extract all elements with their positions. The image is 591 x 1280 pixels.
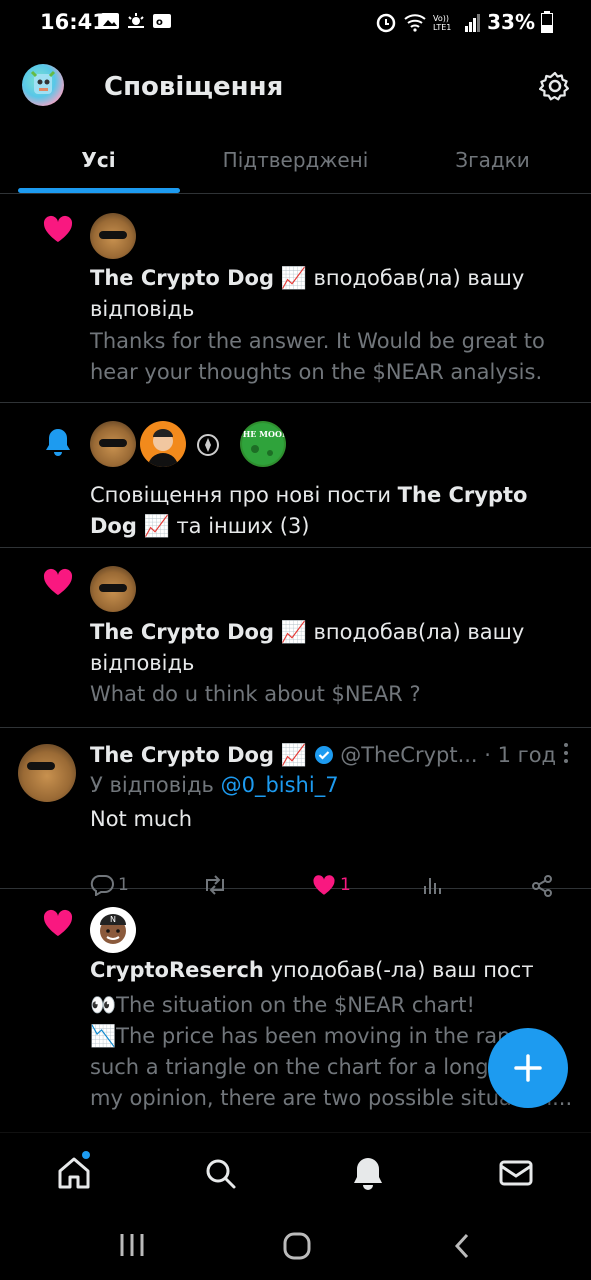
battery-icon [541, 11, 553, 33]
wifi-icon [404, 14, 426, 32]
settings-gear-icon[interactable] [539, 70, 571, 102]
outlook-icon: o [153, 14, 171, 28]
bell-icon [46, 429, 70, 456]
messages-icon[interactable] [496, 1153, 536, 1193]
snippet-line: hear your thoughts on the $NEAR analysis… [90, 360, 543, 384]
post-snippet: What do u think about $NEAR ? [90, 679, 551, 710]
chart-emoji: 📈 [280, 266, 307, 290]
avatar[interactable] [18, 744, 76, 802]
chart-emoji: 📈 [143, 514, 170, 538]
tab-verified[interactable]: Підтверджені [197, 132, 394, 193]
avatar[interactable] [90, 421, 136, 467]
reply-tweet[interactable]: The Crypto Dog 📈 @TheCrypt... · 1 год У … [0, 728, 591, 897]
bottom-nav [0, 1132, 591, 1210]
suffix-text: та інших (3) [176, 514, 310, 538]
notifications-icon[interactable] [348, 1153, 388, 1193]
tweet-time: · 1 год [484, 743, 557, 767]
avatar[interactable] [90, 213, 136, 259]
avatar[interactable] [90, 566, 136, 612]
notification-text: Сповіщення про нові пости The Crypto Dog… [90, 480, 561, 542]
recent-apps-icon[interactable] [118, 1232, 146, 1258]
chart-emoji: 📈 [280, 620, 307, 644]
avatar[interactable]: N [90, 907, 136, 953]
snippet-line: Thanks for the answer. It Would be great… [90, 329, 545, 353]
avatar-art [197, 434, 219, 456]
reply-prefix: У відповідь [90, 773, 214, 797]
svg-text:o: o [156, 17, 163, 28]
actor-name[interactable]: CryptoReserch [90, 958, 264, 982]
signal-icon [465, 14, 481, 32]
avatar-art: N [100, 914, 126, 944]
alarm-icon [376, 13, 396, 33]
page-title: Сповіщення [104, 72, 284, 102]
compose-button[interactable] [488, 1028, 568, 1108]
verified-badge-icon [314, 746, 333, 764]
weather-icon [128, 13, 144, 28]
actor-name[interactable]: The Crypto Dog [90, 620, 274, 644]
heart-icon [43, 909, 73, 936]
plus-icon [514, 1054, 542, 1082]
svg-text:LTE1: LTE1 [433, 23, 451, 32]
notification-text: The Crypto Dog 📈 вподобав(ла) вашу відпо… [90, 263, 561, 325]
notification-item[interactable]: The Crypto Dog 📈 вподобав(ла) вашу відпо… [0, 548, 591, 728]
system-nav-bar [0, 1210, 591, 1280]
notification-text: The Crypto Dog 📈 вподобав(ла) вашу відпо… [90, 617, 561, 679]
snippet-line: What do u think about $NEAR ? [90, 682, 421, 706]
tab-mentions-label: Згадки [455, 148, 530, 172]
tab-mentions[interactable]: Згадки [394, 132, 591, 193]
snippet-line: 👀The situation on the $NEAR chart! [90, 993, 475, 1017]
actor-name[interactable]: The Crypto Dog [90, 266, 274, 290]
back-icon[interactable] [452, 1232, 472, 1260]
author-name[interactable]: The Crypto Dog [90, 743, 274, 767]
profile-avatar-art [30, 70, 56, 94]
avatar[interactable] [140, 421, 186, 467]
search-icon[interactable] [200, 1153, 240, 1193]
more-options-icon[interactable] [563, 742, 569, 764]
avatar[interactable]: THE MOON [240, 421, 286, 467]
profile-avatar[interactable] [22, 64, 64, 106]
notification-item[interactable]: The Crypto Dog 📈 вподобав(ла) вашу відпо… [0, 195, 591, 403]
home-system-icon[interactable] [283, 1232, 311, 1260]
tweet-body: Not much [90, 807, 193, 831]
app-header: Сповіщення [0, 52, 591, 124]
home-icon[interactable] [54, 1153, 94, 1193]
replying-to: У відповідь @0_bishi_7 [90, 770, 339, 800]
tweet-header: The Crypto Dog 📈 @TheCrypt... · 1 год [90, 740, 571, 770]
notification-text: CryptoReserch уподобав(-ла) ваш пост [90, 955, 561, 986]
tab-bar: Усі Підтверджені Згадки [0, 132, 591, 194]
avatar-label: THE MOON [240, 429, 286, 439]
avatar-art: THE MOON [240, 423, 286, 465]
author-handle[interactable]: @TheCrypt... [340, 743, 477, 767]
avatar[interactable] [196, 433, 220, 457]
svg-text:Vo)): Vo)) [433, 14, 449, 23]
tab-verified-label: Підтверджені [222, 148, 369, 172]
action-text: уподобав(-ла) ваш пост [270, 958, 534, 982]
battery-percent: 33% [487, 10, 535, 34]
avatar-letter: N [110, 915, 116, 924]
active-tab-indicator [18, 188, 180, 193]
heart-icon [43, 215, 73, 242]
gallery-icon [101, 13, 119, 29]
tab-all[interactable]: Усі [0, 132, 197, 193]
unread-dot [82, 1151, 90, 1159]
volte-icon: Vo))LTE1 [433, 14, 451, 32]
notification-item[interactable]: THE MOON Сповіщення про нові пости The C… [0, 403, 591, 548]
status-bar: 16:41 o Vo)) LTE1 33% [0, 0, 591, 46]
chart-emoji: 📈 [280, 743, 307, 767]
notifications-feed: The Crypto Dog 📈 вподобав(ла) вашу відпо… [0, 195, 591, 1134]
heart-icon [43, 568, 73, 595]
prefix-text: Сповіщення про нові пости [90, 483, 391, 507]
status-time: 16:41 [40, 10, 107, 34]
post-snippet: Thanks for the answer. It Would be great… [90, 326, 551, 388]
tab-all-label: Усі [81, 148, 116, 172]
reply-to-link[interactable]: @0_bishi_7 [221, 773, 339, 797]
avatar-art [148, 429, 178, 467]
